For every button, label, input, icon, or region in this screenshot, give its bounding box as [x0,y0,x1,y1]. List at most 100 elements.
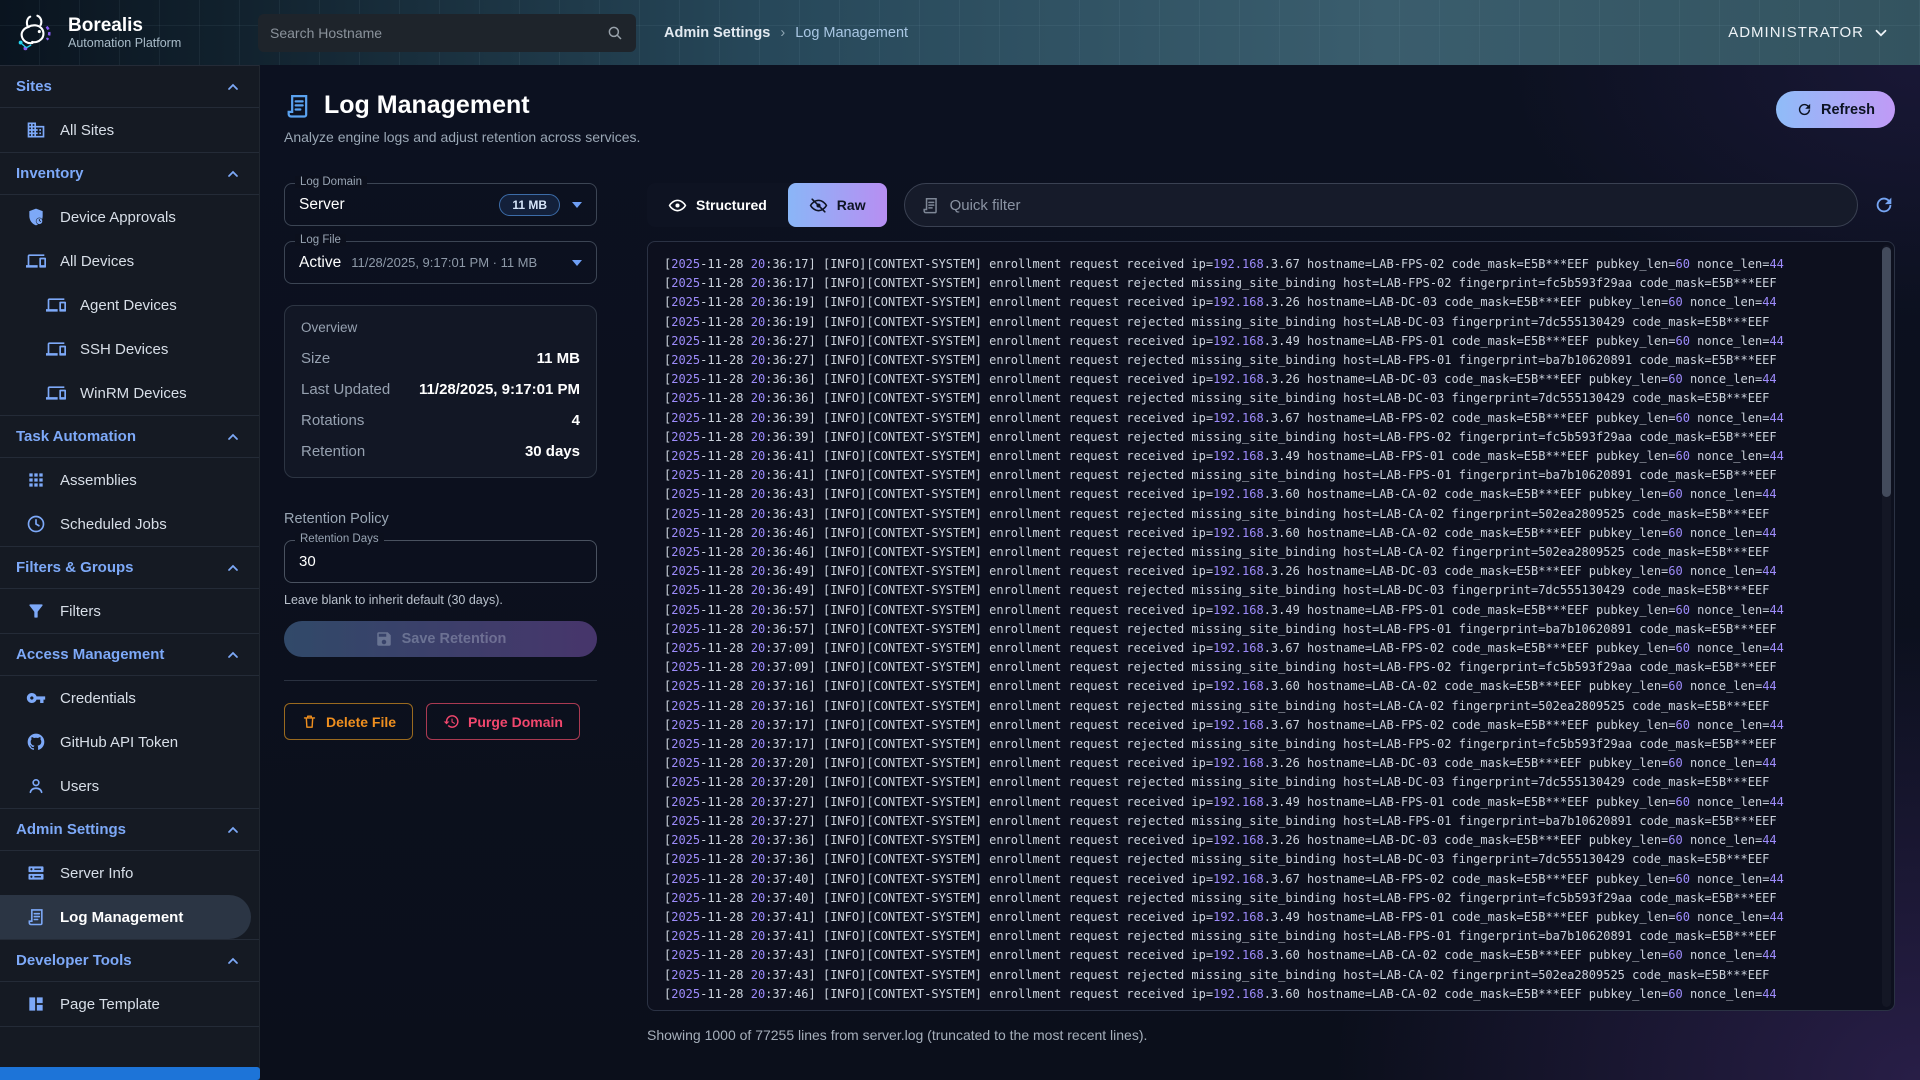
log-line: [2025-11-28 20:36:27] [INFO][CONTEXT-SYS… [664,332,1878,351]
quick-filter-input[interactable] [950,197,1841,214]
purge-domain-button[interactable]: Purge Domain [426,703,580,740]
log-file-select[interactable]: Log File Active 11/28/2025, 9:17:01 PM ·… [284,241,597,284]
log-line: [2025-11-28 20:36:49] [INFO][CONTEXT-SYS… [664,581,1878,600]
sidebar-item-winrm-devices[interactable]: WinRM Devices [0,371,259,415]
breadcrumb-log-management[interactable]: Log Management [795,25,908,41]
receipt-icon [921,196,940,215]
structured-mode-button[interactable]: Structured [647,183,788,227]
log-line: [2025-11-28 20:36:39] [INFO][CONTEXT-SYS… [664,428,1878,447]
sidebar-item-page-template[interactable]: Page Template [0,982,259,1026]
log-line: [2025-11-28 20:36:41] [INFO][CONTEXT-SYS… [664,466,1878,485]
log-line: [2025-11-28 20:37:40] [INFO][CONTEXT-SYS… [664,889,1878,908]
divider [284,680,597,681]
overview-row-last-updated: Last Updated 11/28/2025, 9:17:01 PM [301,374,580,405]
log-refresh-button[interactable] [1873,194,1895,216]
log-line: [2025-11-28 20:36:41] [INFO][CONTEXT-SYS… [664,447,1878,466]
retention-days-input[interactable] [299,553,582,570]
breadcrumb: Admin Settings › Log Management [664,25,908,41]
sidebar-item-all-devices[interactable]: All Devices [0,239,259,283]
sidebar-item-assemblies[interactable]: Assemblies [0,458,259,502]
devices-icon [26,251,46,271]
log-line: [2025-11-28 20:37:40] [INFO][CONTEXT-SYS… [664,870,1878,889]
horizontal-scrollbar-thumb[interactable] [0,1067,260,1080]
log-line: [2025-11-28 20:37:17] [INFO][CONTEXT-SYS… [664,735,1878,754]
user-menu-label: ADMINISTRATOR [1728,24,1864,41]
log-domain-size-badge: 11 MB [499,194,560,216]
log-line: [2025-11-28 20:36:19] [INFO][CONTEXT-SYS… [664,293,1878,312]
person-icon [26,776,46,796]
hostname-search[interactable] [258,14,636,52]
log-line: [2025-11-28 20:36:43] [INFO][CONTEXT-SYS… [664,505,1878,524]
chevron-up-icon [225,822,241,838]
log-scrollbar-track[interactable] [1882,245,1891,1007]
log-line: [2025-11-28 20:37:41] [INFO][CONTEXT-SYS… [664,908,1878,927]
log-domain-select[interactable]: Log Domain Server 11 MB [284,183,597,226]
sidebar-item-users[interactable]: Users [0,764,259,808]
log-line: [2025-11-28 20:36:19] [INFO][CONTEXT-SYS… [664,313,1878,332]
log-line: [2025-11-28 20:37:43] [INFO][CONTEXT-SYS… [664,946,1878,965]
chevron-up-icon [225,953,241,969]
sidebar-item-github-api-token[interactable]: GitHub API Token [0,720,259,764]
log-scrollbar-thumb[interactable] [1882,247,1891,497]
page-header: Log Management Analyze engine logs and a… [284,91,1895,145]
sidebar-section-developer-tools[interactable]: Developer Tools [0,939,259,982]
brand-text: Borealis Automation Platform [68,15,181,51]
log-line: [2025-11-28 20:37:09] [INFO][CONTEXT-SYS… [664,639,1878,658]
user-menu[interactable]: ADMINISTRATOR [1728,24,1890,42]
quick-filter-field[interactable] [904,183,1858,227]
refresh-button[interactable]: Refresh [1776,91,1895,128]
retention-helper-text: Leave blank to inherit default (30 days)… [284,593,597,607]
log-footer-note: Showing 1000 of 77255 lines from server.… [647,1027,1895,1043]
sidebar-item-log-management[interactable]: Log Management [0,895,251,939]
log-line: [2025-11-28 20:36:57] [INFO][CONTEXT-SYS… [664,601,1878,620]
sidebar-nav: Sites All Sites Inventory [0,65,259,1027]
trash-icon [301,713,318,730]
sidebar-section-sites[interactable]: Sites [0,65,259,108]
top-bar: Borealis Automation Platform Admin Setti… [0,0,1920,65]
sidebar-item-server-info[interactable]: Server Info [0,851,259,895]
devices-icon [46,295,66,315]
log-line: [2025-11-28 20:37:36] [INFO][CONTEXT-SYS… [664,831,1878,850]
sidebar-item-all-sites[interactable]: All Sites [0,108,259,152]
delete-file-button[interactable]: Delete File [284,703,413,740]
retention-policy-title: Retention Policy [284,511,597,527]
log-file-label: Log File [295,234,346,246]
sidebar-item-filters[interactable]: Filters [0,589,259,633]
chevron-down-icon [1872,24,1890,42]
log-line: [2025-11-28 20:36:27] [INFO][CONTEXT-SYS… [664,351,1878,370]
retention-days-field: Retention Days [284,540,597,583]
sidebar-item-scheduled-jobs[interactable]: Scheduled Jobs [0,502,259,546]
sidebar-section-task-automation[interactable]: Task Automation [0,415,259,458]
save-retention-button[interactable]: Save Retention [284,621,597,657]
breadcrumb-admin-settings[interactable]: Admin Settings [664,25,770,41]
receipt-icon [284,92,312,120]
overview-title: Overview [301,320,580,335]
brand: Borealis Automation Platform [0,10,258,56]
sidebar-section-filters-groups[interactable]: Filters & Groups [0,546,259,589]
log-line: [2025-11-28 20:37:16] [INFO][CONTEXT-SYS… [664,697,1878,716]
sidebar-item-agent-devices[interactable]: Agent Devices [0,283,259,327]
refresh-icon [1796,101,1813,118]
sidebar-item-ssh-devices[interactable]: SSH Devices [0,327,259,371]
retention-days-label: Retention Days [295,533,384,545]
raw-mode-button[interactable]: Raw [788,183,887,227]
sidebar-section-inventory[interactable]: Inventory [0,152,259,195]
log-viewer-panel: Structured Raw [647,183,1895,1043]
search-input[interactable] [270,25,606,41]
sidebar-item-credentials[interactable]: Credentials [0,676,259,720]
sidebar-item-device-approvals[interactable]: Device Approvals [0,195,259,239]
eye-off-icon [809,196,828,215]
log-line: [2025-11-28 20:37:36] [INFO][CONTEXT-SYS… [664,850,1878,869]
server-icon [26,863,46,883]
page-subtitle: Analyze engine logs and adjust retention… [284,129,640,145]
caret-down-icon [572,202,582,208]
eye-icon [668,196,687,215]
github-icon [26,732,46,752]
chevron-up-icon [225,560,241,576]
log-filter-bar: Structured Raw [647,183,1895,227]
history-icon [443,713,460,730]
raw-log-panel[interactable]: [2025-11-28 20:36:17] [INFO][CONTEXT-SYS… [647,241,1895,1011]
sidebar-section-access-management[interactable]: Access Management [0,633,259,676]
sidebar-section-admin-settings[interactable]: Admin Settings [0,808,259,851]
overview-row-rotations: Rotations 4 [301,405,580,436]
